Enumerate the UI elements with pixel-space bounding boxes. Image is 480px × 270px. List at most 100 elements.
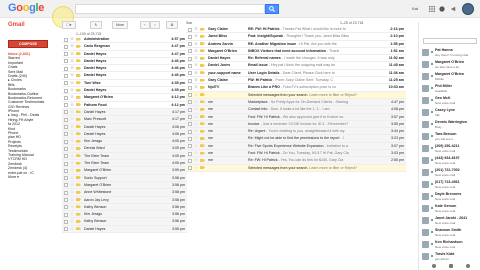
important-marker-icon[interactable] (200, 71, 205, 75)
important-marker-icon[interactable] (76, 168, 81, 172)
star-icon[interactable]: ☆ (70, 116, 74, 122)
star-icon[interactable]: ☆ (70, 51, 74, 57)
row-checkbox[interactable] (64, 212, 68, 217)
star-icon[interactable]: ☆ (70, 182, 74, 188)
star-icon[interactable]: ☆ (194, 48, 198, 54)
important-marker-icon[interactable] (200, 158, 205, 162)
important-marker-icon[interactable] (200, 115, 205, 119)
important-marker-icon[interactable] (200, 129, 205, 133)
row-checkbox[interactable] (64, 125, 68, 130)
newer-button[interactable]: › (150, 21, 160, 29)
row-checkbox[interactable] (64, 139, 68, 144)
important-marker-icon[interactable] (76, 73, 81, 77)
chat-contact[interactable]: Margaret O'Brien Mobile (422, 72, 478, 84)
table-row[interactable]: ☆ me Fwd: FW: Hi Patrick - Do You, Tuesday… (186, 150, 406, 158)
star-icon[interactable]: ☆ (194, 92, 198, 98)
row-checkbox[interactable] (188, 42, 192, 47)
row-checkbox[interactable] (188, 71, 192, 76)
important-marker-icon[interactable] (200, 42, 205, 46)
important-marker-icon[interactable] (200, 136, 205, 140)
row-checkbox[interactable] (64, 176, 68, 181)
star-icon[interactable]: ☆ (70, 226, 74, 232)
important-marker-icon[interactable] (200, 85, 205, 89)
important-marker-icon[interactable] (200, 166, 205, 170)
chat-contact[interactable]: Ken Richardson New voice mail (422, 240, 478, 252)
important-marker-icon[interactable] (76, 88, 81, 92)
chat-contact[interactable]: Shannon Smith New voice mail (422, 228, 478, 240)
table-row[interactable]: ☆ me Re: Might not be able to find the per… (186, 135, 406, 143)
important-marker-icon[interactable] (76, 44, 81, 48)
important-marker-icon[interactable] (76, 227, 81, 231)
table-row[interactable]: ☆ Margaret O'Brien INBOX Visitors that nee… (186, 47, 406, 56)
table-row[interactable]: ☆ Marc Prescott 4:17 pm (62, 116, 187, 124)
important-marker-icon[interactable] (76, 110, 81, 114)
star-icon[interactable]: ☆ (194, 33, 198, 39)
important-marker-icon[interactable] (200, 78, 205, 82)
star-icon[interactable]: ☆ (194, 26, 198, 32)
star-icon[interactable]: ☆ (70, 43, 74, 49)
table-row[interactable]: ☆ me Re: FW: Hi Patrick - Yes, You can do … (186, 157, 406, 165)
star-icon[interactable]: ☆ (194, 157, 198, 163)
row-checkbox[interactable] (188, 63, 192, 68)
table-row[interactable]: ☆ Daniel Hayes Re: Referral names - I made… (186, 55, 406, 63)
row-checkbox[interactable] (64, 190, 68, 195)
table-row[interactable]: ☆ Daniel Jones Email issue - Hey pat I thi… (186, 62, 406, 70)
row-checkbox[interactable] (188, 78, 192, 83)
row-checkbox[interactable] (64, 117, 68, 122)
settings-button[interactable]: ⚙ (166, 21, 178, 29)
table-row[interactable]: ☆ Daniel Hayes 3:55 pm (62, 225, 187, 234)
row-checkbox[interactable] (64, 219, 68, 224)
important-marker-icon[interactable] (200, 56, 205, 60)
star-icon[interactable]: ☆ (194, 165, 198, 171)
star-icon[interactable]: ☆ (70, 138, 74, 144)
important-marker-icon[interactable] (76, 219, 81, 223)
table-row[interactable]: ☆ Carlo Bergman 4:47 pm (62, 43, 187, 51)
row-checkbox[interactable] (64, 227, 68, 232)
row-checkbox[interactable] (188, 158, 192, 163)
important-marker-icon[interactable] (200, 63, 205, 67)
star-icon[interactable]: ☆ (194, 70, 198, 76)
star-icon[interactable]: ☆ (70, 175, 74, 181)
more-button[interactable]: More (112, 21, 128, 29)
row-checkbox[interactable] (64, 88, 68, 93)
chat-contact[interactable]: (617) 723-4561 New voice mail (422, 180, 478, 192)
row-checkbox[interactable] (188, 129, 192, 134)
star-icon[interactable]: ☆ (70, 131, 74, 137)
table-row[interactable]: ☆ Kathy Benson 3:56 pm (62, 218, 187, 226)
table-row[interactable]: ☆ Daniel Hayes 4:06 pm (62, 130, 187, 139)
table-row[interactable]: ☆ Daniel Hayes 4:46 pm (62, 65, 187, 73)
row-checkbox[interactable] (188, 27, 192, 32)
sidebar-item[interactable]: More ▾ (8, 175, 58, 179)
star-icon[interactable]: ☆ (70, 124, 74, 130)
row-checkbox[interactable] (188, 85, 192, 90)
apps-grid-icon[interactable] (428, 5, 436, 13)
table-row[interactable]: ☆ Daniel Hayes 4:46 pm (62, 72, 187, 80)
row-checkbox[interactable] (64, 66, 68, 71)
star-icon[interactable]: ☆ (70, 197, 74, 203)
row-checkbox[interactable] (64, 146, 68, 151)
star-icon[interactable]: ☆ (194, 128, 198, 134)
table-row[interactable]: ☆ me Fwd: FW: Hi Patrick - We also approve… (186, 113, 406, 121)
star-icon[interactable]: ☆ (194, 143, 198, 149)
star-icon[interactable]: ☆ (70, 218, 74, 224)
table-row[interactable]: ☆ me Re: Urgent - You're chatting to you, … (186, 128, 406, 136)
star-icon[interactable]: ☆ (194, 41, 198, 47)
row-checkbox[interactable] (64, 183, 68, 188)
table-row[interactable]: ☆ Aaron Jay Levy 3:58 pm (62, 196, 187, 204)
row-checkbox[interactable] (188, 49, 192, 54)
star-icon[interactable]: ☆ (70, 87, 74, 93)
important-marker-icon[interactable] (76, 81, 81, 85)
table-row[interactable]: ☆ Daniel Hayes 4:17 pm (62, 108, 187, 117)
search-button[interactable] (265, 4, 279, 14)
important-marker-icon[interactable] (76, 52, 81, 56)
google-logo[interactable]: Google (8, 2, 44, 14)
table-row[interactable]: ☆ me Marketplace - So Pretty Apps for On-D… (186, 98, 406, 107)
table-row[interactable]: ☆ The Elem Team 4:05 pm (62, 152, 187, 161)
chat-contact[interactable]: (209) 250-4211 New voice mail (422, 144, 478, 156)
important-marker-icon[interactable] (76, 176, 81, 180)
row-checkbox[interactable] (64, 154, 68, 159)
notifications-icon[interactable] (438, 5, 446, 13)
row-checkbox[interactable] (64, 198, 68, 203)
important-marker-icon[interactable] (76, 161, 81, 165)
important-marker-icon[interactable] (76, 59, 81, 63)
